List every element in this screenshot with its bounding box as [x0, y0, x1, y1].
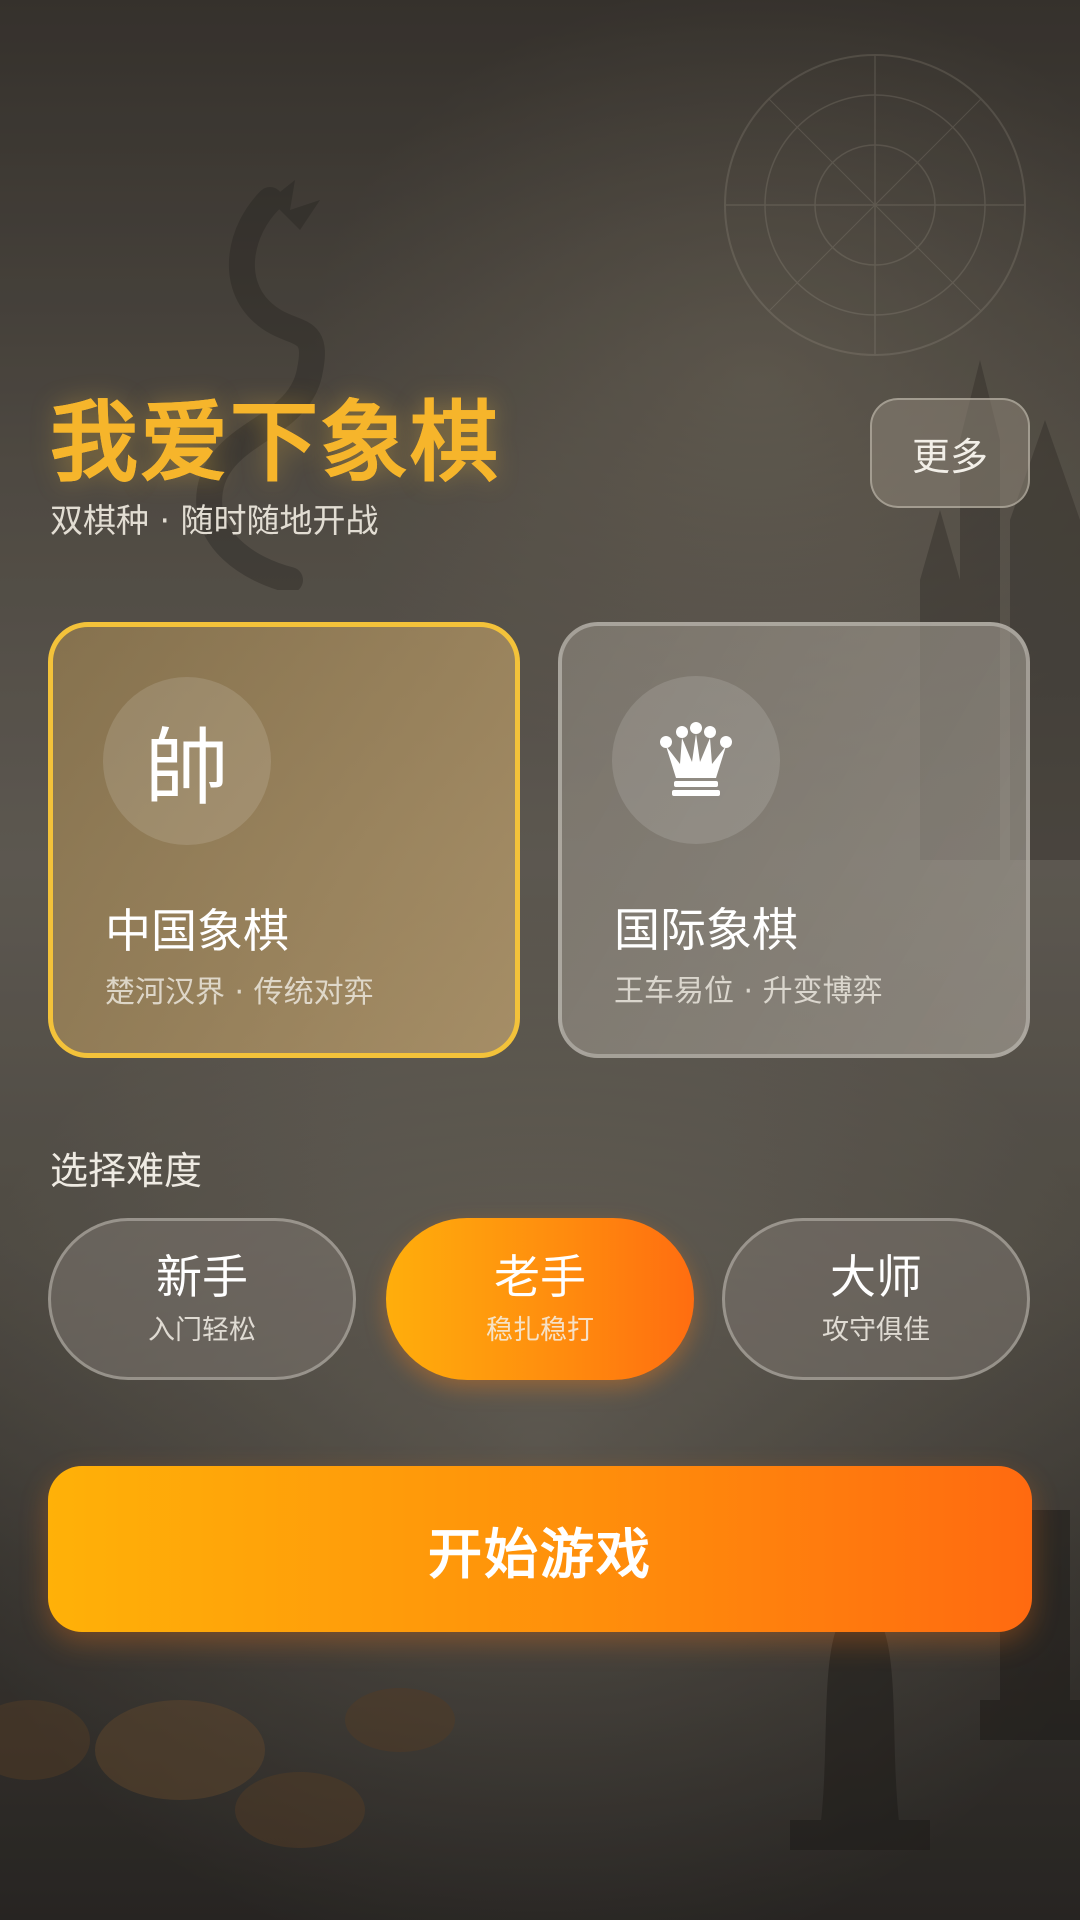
start-game-button[interactable]: 开始游戏 [48, 1466, 1032, 1632]
mode-desc: 王车易位 · 升变博弈 [614, 974, 883, 1009]
mode-desc: 楚河汉界 · 传统对弈 [105, 975, 374, 1010]
difficulty-name: 老手 [494, 1250, 586, 1305]
queen-crown-icon [612, 676, 780, 844]
difficulty-desc: 稳扎稳打 [486, 1314, 594, 1346]
shuai-glyph: 帥 [144, 718, 229, 817]
shuai-piece-icon: 帥 [103, 677, 271, 845]
mode-card-chess[interactable]: 国际象棋 王车易位 · 升变博弈 [558, 622, 1030, 1058]
difficulty-option-veteran[interactable]: 老手 稳扎稳打 [386, 1218, 694, 1380]
difficulty-name: 新手 [156, 1250, 248, 1305]
difficulty-desc: 攻守俱佳 [822, 1314, 930, 1346]
difficulty-name: 大师 [830, 1250, 922, 1305]
app-title: 我爱下象棋 [50, 372, 500, 499]
crown-svg [660, 722, 732, 796]
difficulty-desc: 入门轻松 [148, 1314, 256, 1346]
difficulty-option-novice[interactable]: 新手 入门轻松 [48, 1218, 356, 1380]
difficulty-label: 选择难度 [50, 1149, 203, 1193]
difficulty-option-master[interactable]: 大师 攻守俱佳 [722, 1218, 1030, 1380]
mode-name: 国际象棋 [614, 903, 798, 957]
mode-card-xiangqi[interactable]: 帥 中国象棋 楚河汉界 · 传统对弈 [48, 622, 520, 1058]
more-button[interactable]: 更多 [870, 398, 1030, 508]
app-subtitle: 双棋种 · 随时随地开战 [50, 501, 379, 540]
mode-name: 中国象棋 [105, 904, 289, 958]
